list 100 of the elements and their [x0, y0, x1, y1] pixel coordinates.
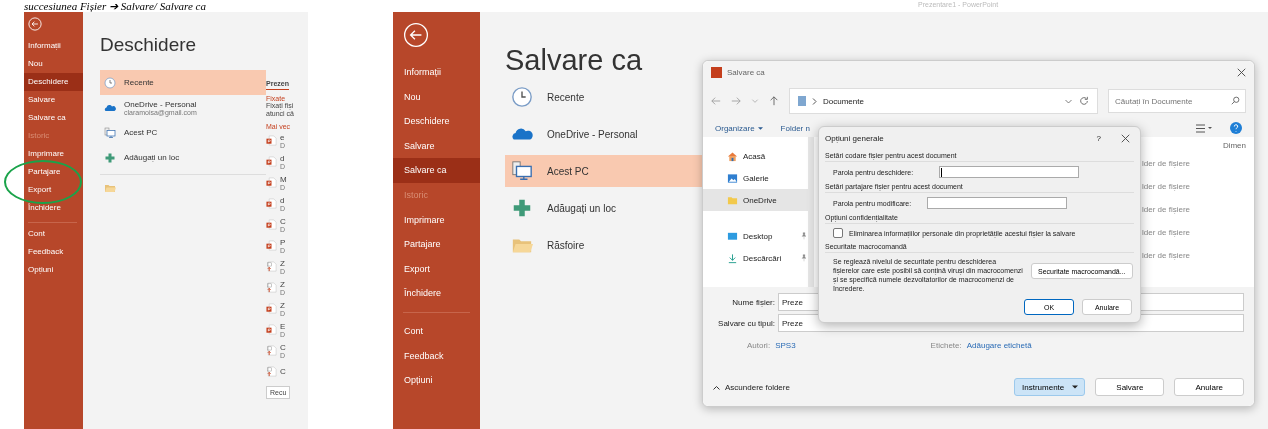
menu-item[interactable]: Imprimare — [24, 145, 83, 163]
file-type-cell: lder de fișiere — [1142, 159, 1191, 168]
menu-item[interactable]: Închidere — [393, 281, 480, 306]
menu-item[interactable]: Informații — [24, 37, 83, 55]
menu-item[interactable]: Salvare ca — [393, 158, 480, 183]
menu-item[interactable]: Deschidere — [24, 73, 83, 91]
file-name[interactable]: C — [280, 342, 286, 352]
close-icon[interactable] — [1121, 133, 1130, 143]
address-bar[interactable]: Documente — [789, 88, 1098, 114]
file-name[interactable]: d — [280, 153, 285, 163]
file-name[interactable]: M — [280, 174, 287, 184]
file-name[interactable]: E — [280, 321, 286, 331]
pin-icon — [800, 232, 808, 240]
menu-item[interactable]: Deschidere — [393, 109, 480, 134]
menu-item[interactable]: Salvare — [393, 133, 480, 159]
menu-item[interactable]: Partajare — [24, 163, 83, 181]
plus-icon — [104, 151, 116, 164]
menu-item[interactable]: Partajare — [393, 232, 480, 257]
menu-item[interactable]: Cont — [24, 225, 83, 243]
link[interactable]: Adăugare etichetă — [966, 341, 1032, 350]
slideshow-file-icon — [266, 261, 277, 272]
computer-icon — [104, 126, 116, 139]
field-label: Salvare cu tipul: — [717, 318, 775, 328]
back-icon[interactable] — [28, 17, 42, 31]
menu-item[interactable]: Feedback — [393, 343, 480, 369]
forward-arrow-icon[interactable] — [731, 96, 741, 106]
column-header[interactable]: Dimen — [1222, 141, 1246, 150]
checkbox[interactable] — [833, 228, 843, 238]
presentation-file-icon — [266, 198, 277, 209]
house-icon — [727, 150, 738, 162]
caret-icon — [757, 126, 763, 130]
place-item[interactable]: Adăugați un loc — [100, 145, 266, 170]
close-icon[interactable] — [1237, 67, 1246, 77]
back-arrow-icon[interactable] — [711, 96, 721, 106]
computer-icon — [511, 160, 533, 182]
up-arrow-icon[interactable] — [769, 96, 779, 106]
password-field[interactable] — [939, 166, 1079, 178]
place-label: Adăugați un loc — [124, 153, 180, 162]
picture-icon — [727, 172, 738, 184]
menu-item[interactable]: Închidere — [24, 199, 83, 217]
place-item[interactable]: Recente — [100, 70, 266, 95]
place-item[interactable]: Acest PC — [100, 120, 266, 145]
file-name[interactable]: Z — [280, 258, 285, 268]
file-name[interactable]: Z — [280, 279, 285, 289]
link[interactable]: SPS3 — [775, 341, 796, 350]
clock-icon — [511, 86, 533, 108]
presentation-file-icon — [266, 240, 277, 251]
nav-item[interactable]: OneDrive — [703, 189, 808, 211]
menu-item[interactable]: Feedback — [24, 243, 83, 261]
search-field[interactable]: Căutați în Documente — [1108, 89, 1246, 113]
help-icon[interactable] — [1230, 122, 1242, 134]
menu-item[interactable]: Salvare — [24, 91, 83, 109]
menu-item[interactable]: Opțiuni — [24, 261, 83, 279]
tools-button[interactable]: Instrumente — [1014, 378, 1086, 396]
presentation-file-icon — [266, 303, 277, 314]
presentation-file-icon — [266, 324, 277, 335]
organize-menu[interactable]: Organizare — [715, 123, 755, 133]
presentation-file-icon — [266, 177, 277, 188]
folder-path[interactable]: Documente — [823, 96, 1058, 106]
file-name[interactable]: d — [280, 195, 285, 205]
menu-item[interactable]: Salvare ca — [24, 109, 83, 127]
page-title: Deschidere — [100, 34, 197, 56]
menu-item[interactable]: Nou — [24, 55, 83, 73]
hide-folders-toggle[interactable]: Ascundere foldere — [725, 382, 790, 392]
file-type-cell: lder de fișiere — [1142, 251, 1191, 260]
file-name[interactable]: Z — [280, 300, 285, 310]
menu-item[interactable]: Imprimare — [393, 207, 480, 233]
file-type-cell: lder de fișiere — [1142, 228, 1191, 237]
file-name[interactable]: e — [280, 132, 285, 142]
refresh-icon[interactable] — [1079, 96, 1089, 106]
presentation-file-icon — [266, 219, 277, 230]
chevron-up-icon[interactable] — [713, 384, 720, 390]
file-name[interactable]: P — [280, 237, 286, 247]
menu-item[interactable]: Cont — [393, 318, 480, 344]
file-type-cell: lder de fișiere — [1142, 182, 1191, 191]
back-icon[interactable] — [403, 22, 429, 48]
nav-item[interactable]: Descărcări — [703, 247, 808, 269]
file-name[interactable]: C — [280, 216, 286, 226]
menu-item[interactable]: Nou — [393, 84, 480, 110]
place-item[interactable]: Recente — [505, 81, 781, 113]
plus-icon — [511, 197, 533, 219]
menu-item[interactable]: Export — [393, 256, 480, 282]
field-label: Etichete: — [930, 341, 962, 350]
view-list-icon[interactable] — [1196, 123, 1212, 133]
presentation-file-icon — [266, 135, 277, 146]
place-label: OneDrive - Personal — [124, 99, 197, 109]
menu-item[interactable]: Informații — [393, 60, 480, 85]
file-type-cell: lder de fișiere — [1142, 205, 1191, 214]
dialog-button[interactable]: Anulare — [1174, 378, 1244, 396]
document-icon — [798, 96, 806, 106]
nav-item[interactable]: Desktop — [703, 225, 808, 247]
file-name[interactable]: C — [280, 367, 286, 376]
dialog-button[interactable]: Salvare — [1095, 378, 1165, 396]
menu-item[interactable]: Opțiuni — [393, 368, 480, 393]
dialog-title: Opțiuni generale — [825, 133, 885, 143]
password-field[interactable] — [927, 197, 1067, 209]
menu-item[interactable]: Export — [24, 181, 83, 199]
field-label: Nume fișier: — [731, 297, 775, 307]
help-button[interactable]: ? — [1096, 133, 1101, 143]
new-folder-button[interactable]: Folder n — [780, 123, 810, 133]
